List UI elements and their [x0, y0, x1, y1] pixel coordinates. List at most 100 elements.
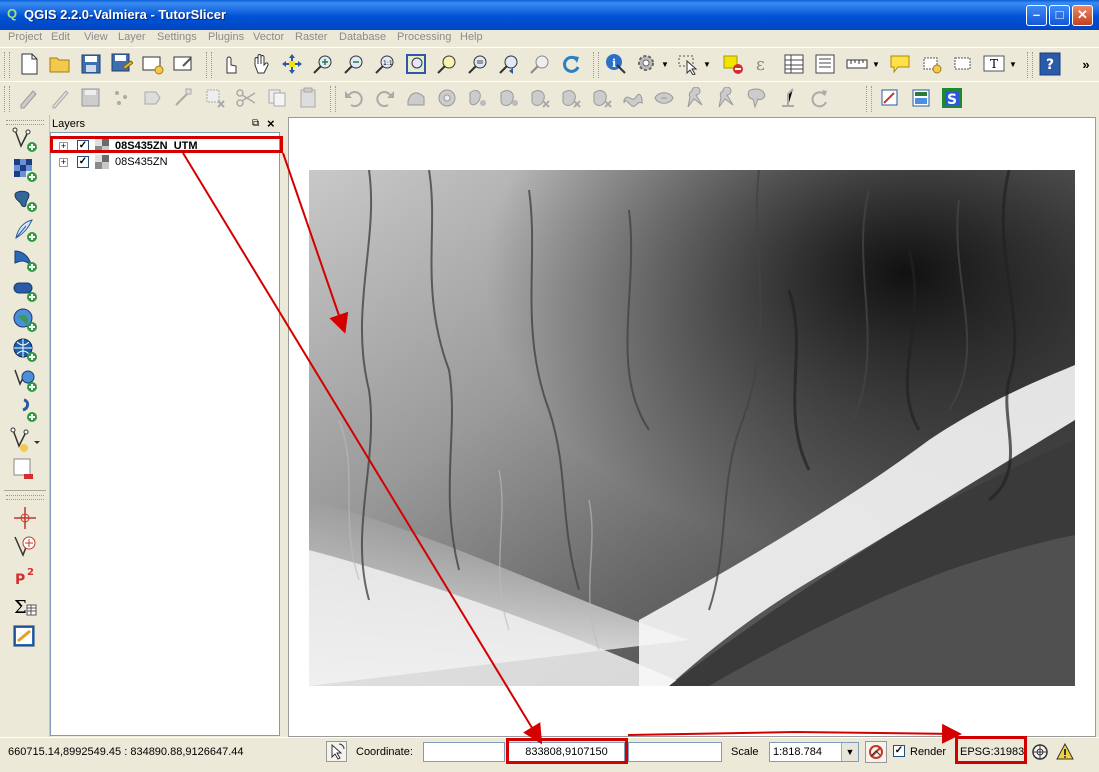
add-wms-layer-button[interactable] — [10, 307, 40, 333]
paste-features-button[interactable] — [296, 86, 320, 110]
node-tool-button[interactable] — [172, 86, 196, 110]
pan-map-button[interactable] — [249, 52, 273, 76]
saga-plugin-button[interactable]: S — [940, 86, 964, 110]
toolbar-overflow-button[interactable]: » — [1076, 52, 1096, 76]
add-spatialite-layer-button[interactable] — [10, 217, 40, 243]
toolbar-grip[interactable] — [6, 120, 44, 125]
zoom-to-selection-button[interactable] — [435, 52, 459, 76]
float-panel-icon[interactable]: ⧉ — [252, 118, 259, 129]
help-button[interactable]: ? — [1038, 52, 1062, 76]
annotation-dropdown[interactable]: ▼ — [1006, 52, 1020, 76]
add-delimited-text-button[interactable] — [10, 397, 40, 423]
zoom-next-button[interactable] — [528, 52, 552, 76]
new-print-composer-button[interactable] — [141, 52, 165, 76]
remove-layer-button[interactable] — [10, 457, 40, 483]
minimize-button[interactable]: – — [1026, 5, 1047, 26]
copy-features-button[interactable] — [265, 86, 289, 110]
delete-ring-button[interactable] — [528, 86, 552, 110]
add-feature-button[interactable] — [110, 86, 134, 110]
save-project-button[interactable] — [79, 52, 103, 76]
menu-vector[interactable]: Vector — [253, 31, 284, 43]
zoom-last-button[interactable] — [497, 52, 521, 76]
open-project-button[interactable] — [48, 52, 72, 76]
menu-view[interactable]: View — [84, 31, 108, 43]
cut-features-button[interactable] — [234, 86, 258, 110]
new-project-button[interactable] — [17, 52, 41, 76]
render-checkbox[interactable]: ✓ — [893, 745, 905, 757]
new-bookmark-button[interactable] — [920, 52, 944, 76]
toolbar-grip[interactable] — [330, 86, 336, 112]
menu-settings[interactable]: Settings — [157, 31, 197, 43]
add-wfs-layer-button[interactable] — [10, 367, 40, 393]
close-panel-icon[interactable]: × — [267, 116, 275, 131]
add-vector-layer-alt-button[interactable] — [10, 427, 40, 453]
toolbar-grip[interactable] — [4, 52, 10, 78]
reshape-features-button[interactable] — [590, 86, 614, 110]
statistics-sum-button[interactable]: Σ — [10, 593, 40, 619]
redo-button[interactable] — [373, 86, 397, 110]
add-ring-button[interactable] — [435, 86, 459, 110]
split-parts-button[interactable] — [683, 86, 707, 110]
select-dropdown[interactable]: ▼ — [700, 52, 714, 76]
zoom-full-button[interactable] — [404, 52, 428, 76]
identify-features-button[interactable]: i — [604, 52, 628, 76]
composer-manager-button[interactable] — [172, 52, 196, 76]
zoom-to-layer-button[interactable] — [466, 52, 490, 76]
rotate-symbols-button[interactable] — [776, 86, 800, 110]
add-raster-layer-button[interactable] — [10, 157, 40, 183]
gps-tools-button[interactable] — [10, 533, 40, 559]
simplify-feature-button[interactable] — [404, 86, 428, 110]
pan-to-selection-button[interactable] — [280, 52, 304, 76]
close-button[interactable]: ✕ — [1072, 5, 1093, 26]
text-annotation-button[interactable]: T — [982, 52, 1006, 76]
menu-layer[interactable]: Layer — [118, 31, 146, 43]
toolbar-grip[interactable] — [1027, 52, 1033, 78]
menu-database[interactable]: Database — [339, 31, 386, 43]
menu-help[interactable]: Help — [460, 31, 483, 43]
map-tips-button[interactable] — [888, 52, 912, 76]
measure-line-button[interactable] — [845, 52, 869, 76]
offset-curve-button[interactable] — [621, 86, 645, 110]
rotate-feature-button[interactable] — [807, 86, 831, 110]
expand-icon[interactable]: + — [59, 158, 68, 167]
scale-combobox[interactable]: 1:818.784 ▼ — [769, 742, 859, 762]
toggle-extents-button[interactable] — [326, 741, 347, 762]
action-dropdown[interactable]: ▼ — [658, 52, 672, 76]
menu-plugins[interactable]: Plugins — [208, 31, 244, 43]
run-feature-action-button[interactable] — [635, 52, 659, 76]
split-features-button[interactable] — [652, 86, 676, 110]
edit-notes-button[interactable] — [10, 623, 40, 649]
attribute-table-button[interactable] — [782, 52, 806, 76]
point-sampling-button[interactable]: P2 — [10, 563, 40, 589]
stop-render-button[interactable] — [865, 741, 887, 763]
zoom-native-button[interactable]: 1:1 — [373, 52, 397, 76]
toggle-editing-button[interactable] — [48, 86, 72, 110]
statistics-button[interactable] — [813, 52, 837, 76]
menu-raster[interactable]: Raster — [295, 31, 327, 43]
add-oracle-layer-button[interactable] — [10, 277, 40, 303]
add-wcs-layer-button[interactable] — [10, 337, 40, 363]
add-postgis-layer-button[interactable] — [10, 187, 40, 213]
undo-button[interactable] — [342, 86, 366, 110]
delete-selected-button[interactable] — [203, 86, 227, 110]
layer-row[interactable]: + ✓ 08S435ZN — [55, 155, 280, 171]
show-bookmarks-button[interactable] — [951, 52, 975, 76]
menu-edit[interactable]: Edit — [51, 31, 70, 43]
map-canvas[interactable] — [288, 117, 1096, 737]
save-edits-button[interactable] — [79, 86, 103, 110]
layer-name[interactable]: 08S435ZN — [115, 156, 168, 168]
menu-project[interactable]: Project — [8, 31, 42, 43]
projection-button[interactable] — [1029, 741, 1051, 763]
zoom-out-button[interactable] — [342, 52, 366, 76]
add-mssql-layer-button[interactable] — [10, 247, 40, 273]
maximize-button[interactable]: □ — [1049, 5, 1070, 26]
toolbar-grip[interactable] — [866, 86, 872, 112]
zoom-in-button[interactable] — [311, 52, 335, 76]
delete-part-button[interactable] — [559, 86, 583, 110]
menu-processing[interactable]: Processing — [397, 31, 451, 43]
toolbar-grip[interactable] — [206, 52, 212, 78]
coordinate-field-left[interactable] — [423, 742, 505, 762]
fill-ring-button[interactable] — [497, 86, 521, 110]
toolbar-grip[interactable] — [593, 52, 599, 78]
refresh-button[interactable] — [559, 52, 583, 76]
